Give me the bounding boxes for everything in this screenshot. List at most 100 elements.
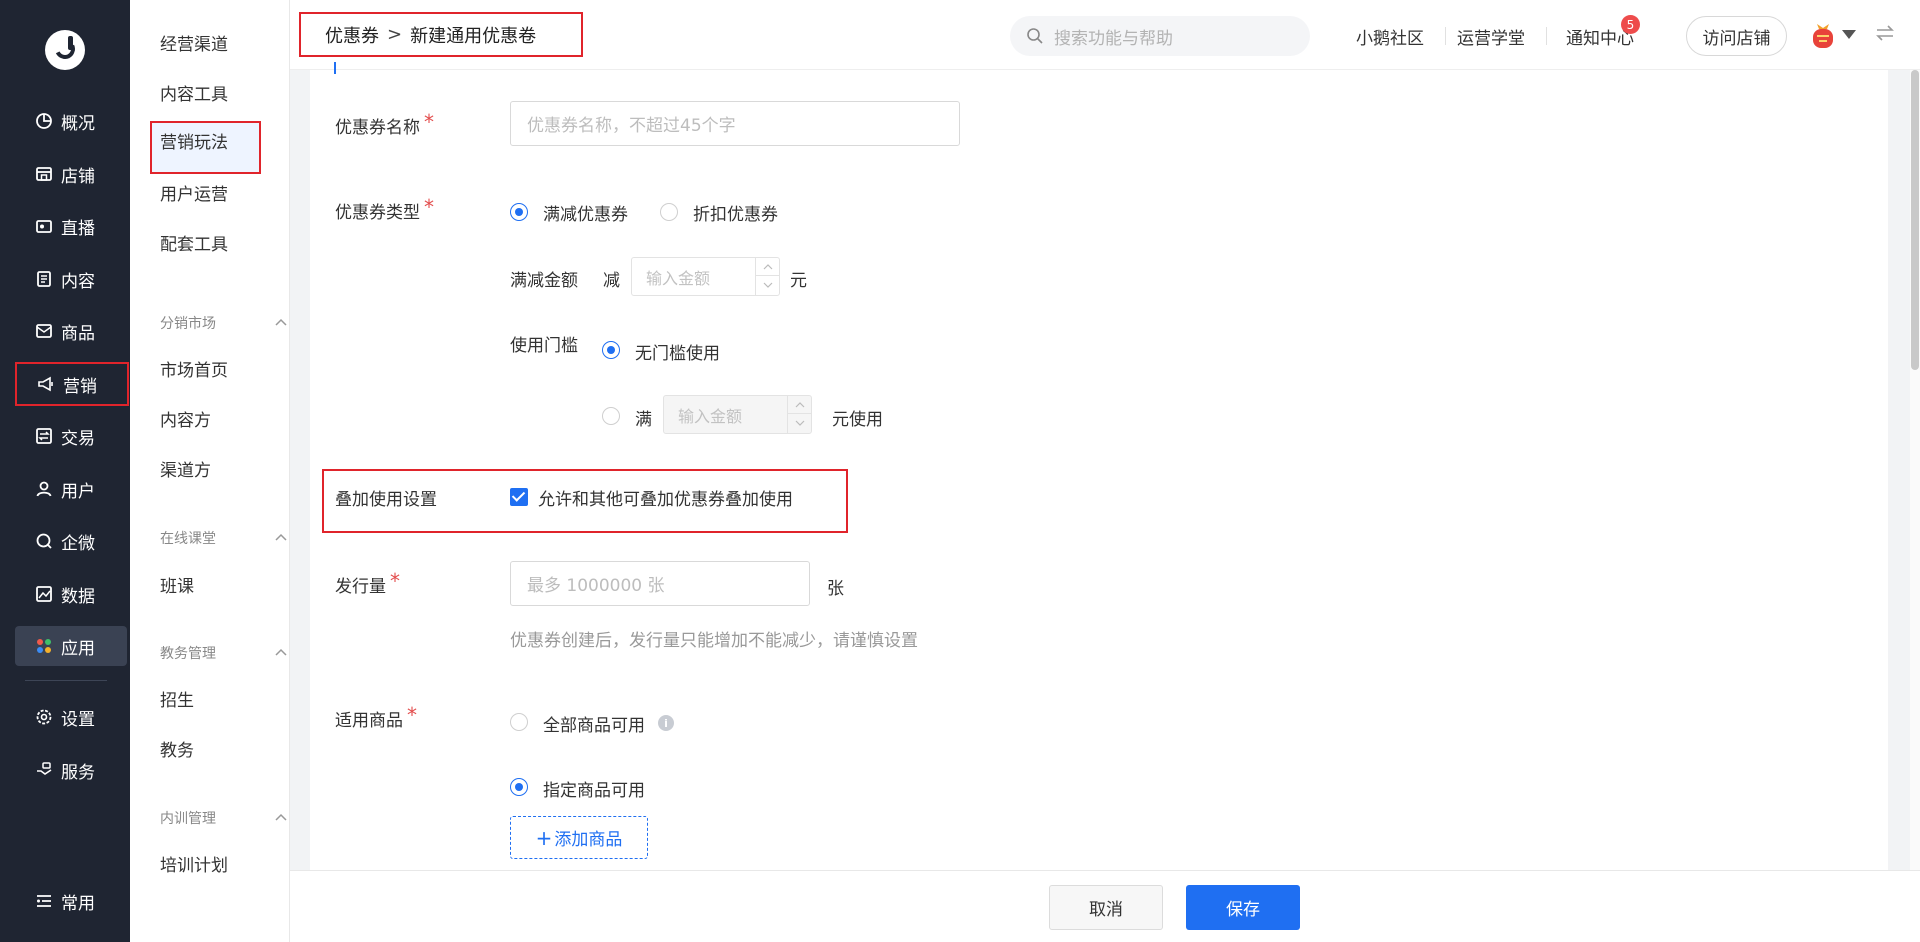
submenu-item-channel-side[interactable]: 渠道方 (160, 456, 211, 481)
divider (1546, 27, 1547, 45)
applicable-goods-label: 适用商品 * (335, 703, 417, 731)
nav-divider (25, 680, 107, 681)
submenu-item-market-home[interactable]: 市场首页 (160, 356, 228, 381)
submenu-item-academic[interactable]: 教务 (160, 736, 194, 761)
chevron-up-icon (274, 315, 288, 331)
service-icon (35, 761, 53, 779)
issue-quantity-label: 发行量 * (335, 569, 400, 597)
submenu-item-content-side[interactable]: 内容方 (160, 406, 211, 431)
required-mark: * (424, 195, 434, 219)
exchange-icon (35, 427, 53, 445)
stepper-down-icon[interactable] (788, 414, 811, 432)
community-link[interactable]: 小鹅社区 (1356, 24, 1424, 49)
stacking-checkbox[interactable] (510, 488, 528, 506)
user-icon (35, 480, 53, 498)
search-placeholder: 搜索功能与帮助 (1054, 28, 1173, 49)
all-goods-radio[interactable] (510, 713, 528, 731)
threshold-full-radio[interactable] (602, 407, 620, 425)
search-input[interactable]: 搜索功能与帮助 (1010, 16, 1310, 56)
breadcrumb-parent[interactable]: 优惠券 (325, 22, 379, 48)
threshold-full-prefix: 满 (635, 410, 652, 430)
submenu-item-support-tools[interactable]: 配套工具 (160, 230, 228, 255)
gear-icon (35, 708, 53, 726)
nav-item-wecom[interactable]: 企微 (15, 521, 127, 561)
nav-item-overview[interactable]: 概况 (15, 101, 127, 141)
visit-store-button[interactable]: 访问店铺 (1686, 16, 1787, 56)
coupon-type-option-label: 折扣优惠券 (693, 205, 778, 225)
scrollbar-thumb[interactable] (1911, 70, 1919, 370)
coupon-type-full-reduction-radio[interactable] (510, 203, 528, 221)
nav-item-store[interactable]: 店铺 (15, 154, 127, 194)
stepper-up-icon[interactable] (788, 396, 811, 414)
nav-item-live[interactable]: 直播 (15, 206, 127, 246)
stepper-down-icon[interactable] (756, 276, 779, 294)
submenu-item-user-ops[interactable]: 用户运营 (160, 180, 228, 205)
submenu-item-marketing-play[interactable]: 营销玩法 (150, 121, 261, 174)
chat-icon (35, 532, 53, 550)
nav-item-favorites[interactable]: 常用 (15, 881, 127, 921)
discount-amount-stepper[interactable]: 输入金额 (631, 257, 780, 296)
pie-chart-icon (35, 112, 53, 130)
submenu-item-content-tools[interactable]: 内容工具 (160, 80, 228, 105)
nav-item-content[interactable]: 内容 (15, 259, 127, 299)
nav-item-marketing[interactable]: 营销 (15, 362, 129, 406)
brand-logo-icon[interactable] (45, 30, 85, 70)
document-icon (35, 270, 53, 288)
nav-item-service[interactable]: 服务 (15, 750, 127, 790)
store-icon (35, 165, 53, 183)
secondary-sidebar: 经营渠道 内容工具 营销玩法 用户运营 配套工具 分销市场 市场首页 内容方 渠… (130, 0, 290, 942)
nav-item-apps[interactable]: 应用 (15, 626, 127, 666)
breadcrumb-current: 新建通用优惠卷 (410, 25, 537, 47)
chevron-up-icon (274, 810, 288, 826)
submenu-item-channels[interactable]: 经营渠道 (160, 30, 228, 55)
discount-suffix: 元 (790, 271, 807, 291)
required-mark: * (407, 703, 417, 727)
coupon-type-discount-radio[interactable] (660, 203, 678, 221)
nav-item-data[interactable]: 数据 (15, 574, 127, 614)
threshold-label: 使用门槛 (510, 336, 578, 356)
issue-quantity-unit: 张 (827, 579, 844, 599)
coupon-type-option-label: 满减优惠券 (543, 205, 628, 225)
coupon-name-label: 优惠券名称 * (335, 110, 434, 138)
threshold-amount-stepper[interactable]: 输入金额 (663, 395, 812, 434)
required-mark: * (390, 569, 400, 593)
submenu-item-class[interactable]: 班课 (160, 572, 194, 597)
submenu-item-enroll[interactable]: 招生 (160, 686, 194, 711)
data-icon (35, 585, 53, 603)
form-footer: 取消 保存 (290, 870, 1920, 942)
save-button[interactable]: 保存 (1186, 885, 1300, 930)
megaphone-icon (37, 375, 55, 393)
avatar[interactable] (1809, 20, 1837, 50)
no-threshold-radio[interactable] (602, 341, 620, 359)
chevron-up-icon (274, 645, 288, 661)
bag-icon (35, 322, 53, 340)
issue-quantity-placeholder: 最多 1000000 张 (527, 576, 665, 596)
breadcrumb: 优惠券 > 新建通用优惠卷 (299, 12, 583, 57)
add-goods-button[interactable]: + 添加商品 (510, 816, 648, 859)
primary-sidebar: 概况 店铺 直播 内容 商品 营销 交易 用户 企微 数据 应用 设置 服务 常… (0, 0, 130, 942)
coupon-type-label: 优惠券类型 * (335, 195, 434, 223)
list-icon (35, 892, 53, 910)
nav-item-settings[interactable]: 设置 (15, 697, 127, 737)
divider (1445, 27, 1446, 45)
submenu-item-training-plan[interactable]: 培训计划 (160, 851, 228, 876)
info-icon[interactable]: i (658, 715, 674, 731)
stepper-up-icon[interactable] (756, 258, 779, 276)
specified-goods-label: 指定商品可用 (543, 781, 645, 801)
academy-link[interactable]: 运营学堂 (1457, 24, 1525, 49)
nav-item-trade[interactable]: 交易 (15, 416, 127, 456)
switch-icon[interactable] (1874, 22, 1896, 44)
specified-goods-radio[interactable] (510, 778, 528, 796)
issue-quantity-hint: 优惠券创建后，发行量只能增加不能减少，请谨慎设置 (510, 631, 918, 651)
search-icon (1026, 27, 1044, 45)
chevron-down-icon[interactable] (1842, 30, 1856, 39)
stacking-label: 叠加使用设置 (335, 490, 437, 510)
scrollbar[interactable] (1910, 70, 1920, 870)
cancel-button[interactable]: 取消 (1049, 885, 1163, 930)
nav-item-goods[interactable]: 商品 (15, 311, 127, 351)
nav-item-user[interactable]: 用户 (15, 469, 127, 509)
coupon-name-input[interactable]: 优惠券名称，不超过45个字 (510, 101, 960, 146)
threshold-full-suffix: 元使用 (832, 410, 883, 430)
breadcrumb-separator: > (387, 24, 403, 45)
issue-quantity-input[interactable]: 最多 1000000 张 (510, 561, 810, 606)
